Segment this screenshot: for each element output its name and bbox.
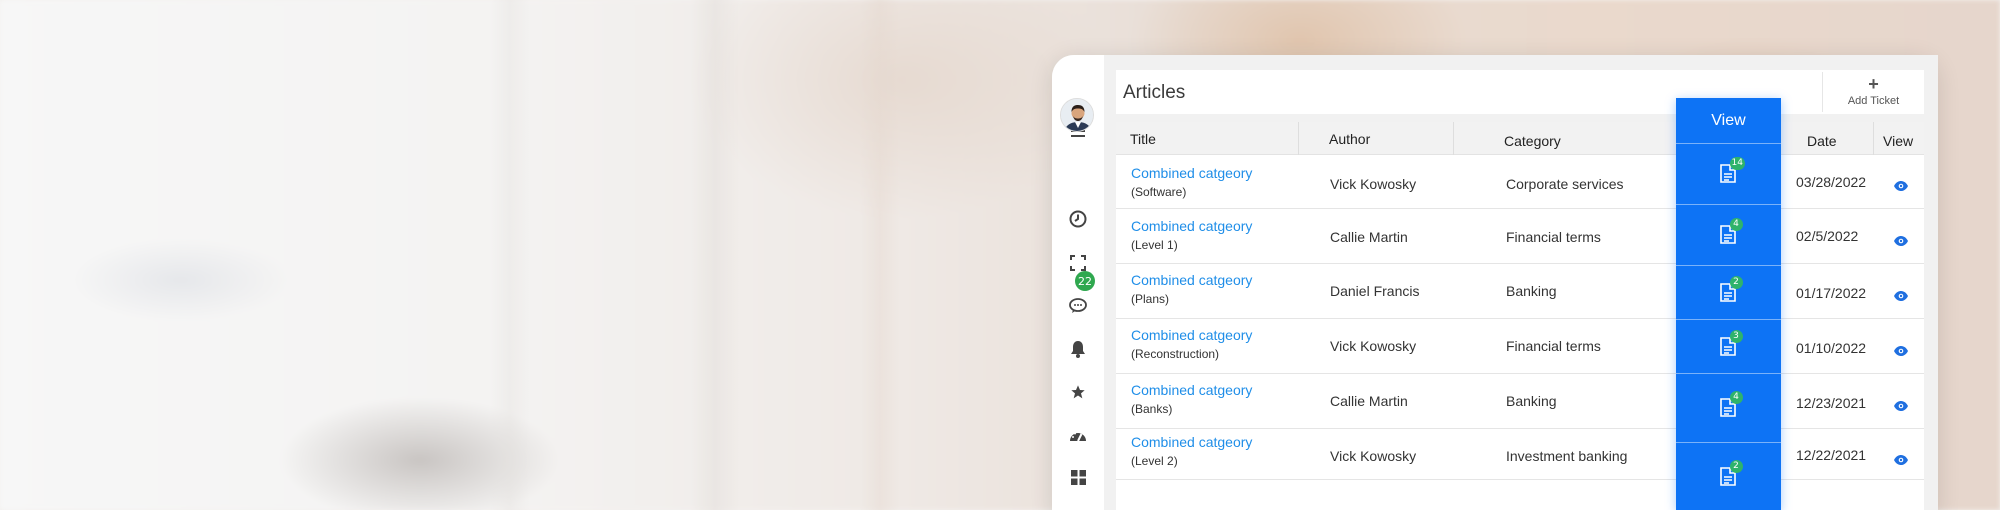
table-header: Title Author Category Date View — [1116, 122, 1924, 155]
article-subcategory: (Banks) — [1131, 402, 1173, 416]
background-pillar — [690, 0, 740, 510]
table-row[interactable]: Combined catgeory (Plans) Daniel Francis… — [1116, 265, 1924, 319]
bell-icon[interactable] — [1052, 335, 1104, 363]
star-icon[interactable] — [1052, 378, 1104, 406]
document-view-button[interactable]: 2 — [1676, 266, 1781, 320]
date-cell: 01/17/2022 — [1796, 285, 1867, 301]
category-cell: Financial terms — [1506, 338, 1601, 354]
document-view-button[interactable]: 4 — [1676, 205, 1781, 266]
column-header-author[interactable]: Author — [1298, 122, 1453, 155]
eye-icon[interactable] — [1894, 288, 1908, 306]
author-cell: Vick Kowosky — [1330, 338, 1417, 354]
category-cell: Financial terms — [1506, 229, 1601, 245]
column-header-date[interactable]: Date — [1793, 122, 1866, 155]
table-row[interactable]: Combined catgeory (Software) Vick Kowosk… — [1116, 156, 1924, 209]
author-cell: Callie Martin — [1330, 393, 1408, 409]
add-ticket-label: Add Ticket — [1847, 95, 1900, 107]
document-count-badge: 2 — [1729, 459, 1743, 473]
document-icon: 3 — [1719, 329, 1743, 357]
eye-icon[interactable] — [1894, 398, 1908, 416]
background-pillar — [490, 0, 530, 510]
table-row[interactable]: Combined catgeory (Banks) Callie Martin … — [1116, 375, 1924, 429]
background-pillar — [860, 0, 900, 510]
table-row[interactable]: Combined catgeory (Level 1) Callie Marti… — [1116, 210, 1924, 264]
category-cell: Banking — [1506, 283, 1557, 299]
article-subcategory: (Level 1) — [1131, 238, 1178, 252]
article-subcategory: (Reconstruction) — [1131, 347, 1220, 361]
article-title-link[interactable]: Combined catgeory — [1131, 434, 1252, 450]
date-cell: 01/10/2022 — [1796, 340, 1867, 356]
author-cell: Vick Kowosky — [1330, 176, 1417, 192]
date-cell: 03/28/2022 — [1796, 174, 1867, 190]
document-icon: 4 — [1719, 218, 1743, 245]
article-subcategory: (Plans) — [1131, 292, 1170, 306]
user-icon[interactable] — [1052, 506, 1104, 510]
avatar[interactable] — [1060, 98, 1094, 132]
add-ticket-button[interactable]: + Add Ticket — [1822, 72, 1924, 112]
column-header-view[interactable]: View — [1873, 122, 1924, 155]
article-title-link[interactable]: Combined catgeory — [1131, 218, 1252, 234]
document-icon: 2 — [1719, 275, 1743, 303]
plus-icon: + — [1868, 74, 1879, 94]
notification-count-badge: 22 — [1075, 271, 1095, 291]
grid-icon[interactable] — [1052, 463, 1104, 491]
eye-icon[interactable] — [1894, 233, 1908, 251]
article-subcategory: (Level 2) — [1131, 454, 1178, 468]
date-cell: 02/5/2022 — [1796, 228, 1859, 244]
date-cell: 12/23/2021 — [1796, 395, 1867, 411]
document-count-badge: 14 — [1729, 157, 1745, 170]
article-title-link[interactable]: Combined catgeory — [1131, 327, 1252, 343]
author-cell: Vick Kowosky — [1330, 448, 1417, 464]
document-icon: 4 — [1719, 391, 1743, 418]
clock-icon[interactable] — [1052, 205, 1104, 233]
dashboard-gauge-icon[interactable] — [1052, 421, 1104, 449]
table-row[interactable]: Combined catgeory (Level 2) Vick Kowosky… — [1116, 430, 1924, 480]
eye-icon[interactable] — [1894, 452, 1908, 470]
page-title: Articles — [1123, 82, 1186, 103]
document-view-button[interactable]: 14 — [1676, 144, 1781, 205]
column-header-title[interactable]: Title — [1116, 122, 1298, 155]
article-title-link[interactable]: Combined catgeory — [1131, 382, 1252, 398]
eye-icon[interactable] — [1894, 178, 1908, 196]
document-icon: 14 — [1719, 157, 1745, 184]
article-title-link[interactable]: Combined catgeory — [1131, 165, 1252, 181]
author-cell: Daniel Francis — [1330, 283, 1420, 299]
document-count-badge: 4 — [1729, 218, 1743, 231]
document-count-badge: 2 — [1729, 275, 1743, 289]
author-cell: Callie Martin — [1330, 229, 1408, 245]
category-cell: Corporate services — [1506, 176, 1624, 192]
table-row[interactable]: Combined catgeory (Reconstruction) Vick … — [1116, 320, 1924, 374]
document-view-button[interactable]: 4 — [1676, 374, 1781, 443]
chat-bubble-icon[interactable] — [1052, 292, 1104, 320]
document-count-badge: 3 — [1729, 329, 1743, 343]
document-icon: 2 — [1719, 459, 1743, 487]
document-count-badge: 4 — [1729, 391, 1743, 404]
view-column-header[interactable]: View — [1676, 98, 1781, 144]
document-view-button[interactable]: 3 — [1676, 320, 1781, 374]
eye-icon[interactable] — [1894, 343, 1908, 361]
article-title-link[interactable]: Combined catgeory — [1131, 272, 1252, 288]
category-cell: Banking — [1506, 393, 1557, 409]
article-subcategory: (Software) — [1131, 185, 1187, 199]
date-cell: 12/22/2021 — [1796, 447, 1867, 463]
document-view-button[interactable]: 2 — [1676, 443, 1781, 510]
column-header-category[interactable]: Category — [1453, 122, 1676, 155]
category-cell: Investment banking — [1506, 448, 1628, 464]
header-bar — [1116, 70, 1924, 114]
